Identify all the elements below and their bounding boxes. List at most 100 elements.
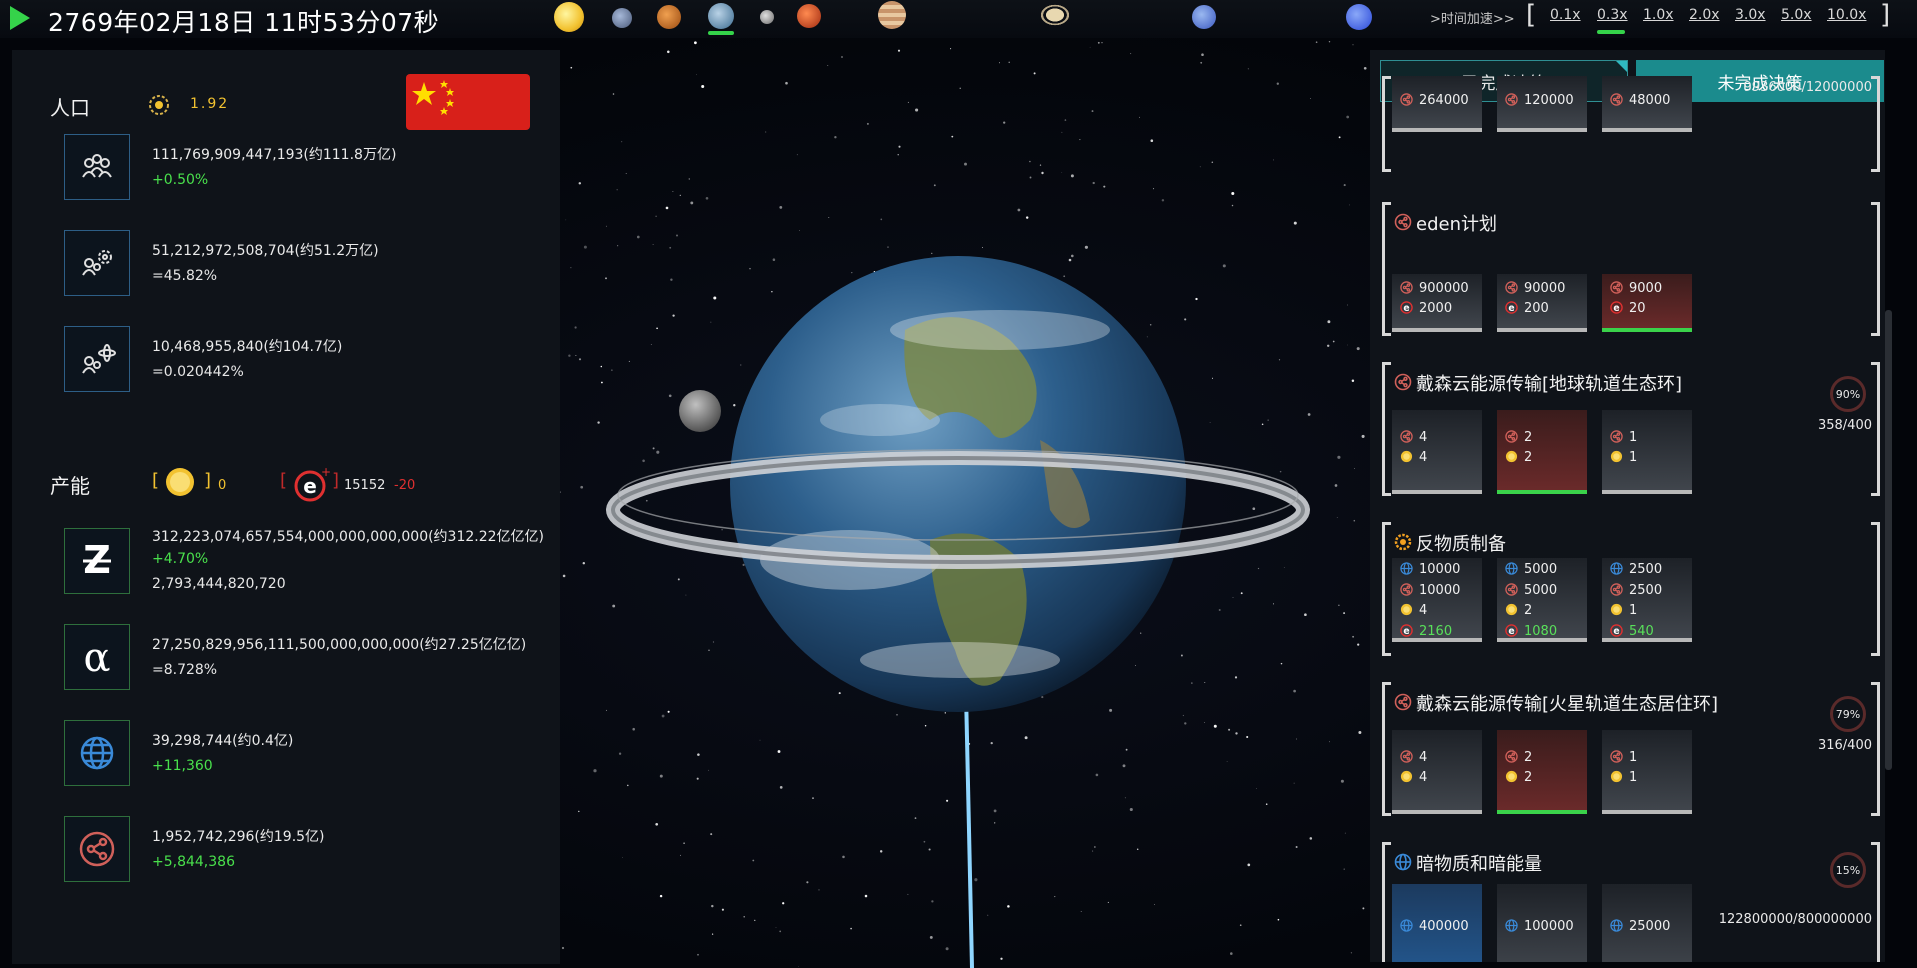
option-cost-value: 264000 (1419, 93, 1469, 108)
z-resource-output: 2,793,444,820,720 (152, 576, 286, 592)
share-icon (1394, 213, 1412, 231)
decision-option[interactable]: 11 (1602, 410, 1692, 494)
decision-option[interactable]: 90000 e 200 (1497, 274, 1587, 332)
decision-option[interactable]: 44 (1392, 730, 1482, 814)
share-resource-total: 1,952,742,296(约19.5亿) (152, 829, 325, 845)
alpha-resource-total: 27,250,829,956,111,500,000,000,000(约27.2… (152, 637, 527, 653)
decision-option[interactable]: 48000 (1602, 76, 1692, 132)
decision-option[interactable]: 22 (1497, 410, 1587, 494)
option-cost-value: 4 (1419, 603, 1428, 618)
decision-card: 戴森云能源传输[地球轨道生态环] 4 4 2 2 1 1 90% 358/400 (1382, 362, 1880, 496)
option-cost-value: 4 (1419, 450, 1428, 465)
option-cost: 2500 (1610, 562, 1662, 577)
decision-option[interactable]: 120000 (1497, 76, 1587, 132)
decision-option[interactable]: 400000 (1392, 884, 1482, 962)
speed-bracket-open: [ (1526, 0, 1537, 30)
saturn-icon[interactable] (1037, 2, 1073, 28)
e-energy-delta: -20 (394, 478, 416, 493)
speed-5-0x[interactable]: 5.0x (1781, 7, 1812, 23)
decision-option[interactable]: 44 (1392, 410, 1482, 494)
china-flag-icon (406, 74, 530, 130)
option-cost: 10000 (1400, 562, 1460, 577)
population-rate: 1.92 (190, 96, 230, 112)
option-cost: 2 (1505, 770, 1532, 785)
option-cost-value: 2500 (1629, 562, 1663, 577)
play-icon[interactable] (10, 6, 30, 30)
option-cost: e 2160 (1400, 624, 1452, 639)
decision-progress: 9936000/12000000 (1743, 80, 1872, 95)
option-cost-value: 10000 (1419, 562, 1461, 577)
option-cost: e 20 (1610, 301, 1646, 316)
decision-option[interactable]: 10000 10000 4 e 2160 (1392, 558, 1482, 642)
option-cost: e 540 (1610, 624, 1654, 639)
option-cost-value: 10000 (1419, 582, 1461, 598)
option-cost-value: 20 (1629, 301, 1646, 316)
mercury-icon[interactable] (612, 8, 632, 28)
option-cost-value: 90000 (1524, 281, 1566, 296)
globe-icon (80, 736, 114, 770)
e-energy-bracket-close: ] (332, 470, 340, 491)
z-resource-icon-box: Z (64, 528, 130, 594)
decision-card: 反物质制备 10000 10000 4 e 2160 5000 5000 2 e 1080 2500 2… (1382, 522, 1880, 656)
option-cost: 4 (1400, 770, 1427, 785)
option-cost: 4 (1400, 603, 1427, 618)
population-rate-icon (149, 95, 169, 115)
decision-option[interactable]: 9000 e 20 (1602, 274, 1692, 332)
decision-title: 戴森云能源传输[火星轨道生态居住环] (1416, 694, 1719, 715)
progress-ring: 90% (1830, 376, 1866, 412)
decision-option[interactable]: 2500 2500 1 e 540 (1602, 558, 1692, 642)
speed-2-0x[interactable]: 2.0x (1689, 7, 1720, 23)
jupiter-icon[interactable] (878, 1, 906, 29)
z-resource-total: 312,223,074,657,554,000,000,000,000(约312… (152, 529, 545, 545)
share-resource-icon-box (64, 816, 130, 882)
globe-resource-growth: +11,360 (152, 758, 213, 774)
uranus-icon[interactable] (1192, 5, 1216, 29)
speed-1-0x[interactable]: 1.0x (1643, 7, 1674, 23)
sun-icon[interactable] (554, 2, 584, 32)
decision-option[interactable]: 264000 (1392, 76, 1482, 132)
e-energy-value: 15152 (344, 478, 386, 493)
decision-progress: 316/400 (1817, 738, 1872, 753)
mars-icon[interactable] (797, 4, 821, 28)
share-icon (1394, 373, 1412, 391)
speed-0-3x[interactable]: 0.3x (1597, 7, 1628, 23)
moon-body (679, 390, 721, 432)
decision-title: eden计划 (1416, 214, 1497, 235)
venus-icon[interactable] (657, 5, 681, 29)
decision-option[interactable]: 11 (1602, 730, 1692, 814)
speed-10-0x[interactable]: 10.0x (1827, 7, 1866, 23)
decision-option[interactable]: 5000 5000 2 e 1080 (1497, 558, 1587, 642)
speed-3-0x[interactable]: 3.0x (1735, 7, 1766, 23)
option-cost: 5000 (1505, 583, 1557, 598)
speed-bracket-close: ] (1880, 0, 1891, 30)
decision-option[interactable]: 22 (1497, 730, 1587, 814)
e-energy-bracket-open: [ (280, 470, 288, 491)
decision-card: eden计划 900000 e 2000 90000 e 200 9000 e 20 (1382, 202, 1880, 336)
option-cost: 4 (1400, 750, 1427, 765)
svg-text:e: e (303, 474, 317, 498)
speed-0-1x[interactable]: 0.1x (1550, 7, 1581, 23)
option-cost-value: 48000 (1629, 93, 1671, 108)
decision-option[interactable]: 100000 (1497, 884, 1587, 962)
moon-icon[interactable] (760, 10, 774, 24)
option-cost: 900000 (1400, 281, 1469, 296)
option-cost: 1 (1610, 603, 1637, 618)
neptune-icon[interactable] (1346, 4, 1372, 30)
engineer-population: 51,212,972,508,704(约51.2万亿) (152, 243, 379, 259)
decision-card: 戴森云能源传输[火星轨道生态居住环] 4 4 2 2 1 1 79% 316/400 (1382, 682, 1880, 816)
decision-option[interactable]: 25000 (1602, 884, 1692, 962)
z-resource-icon: Z (83, 538, 111, 582)
option-cost-value: 5000 (1524, 582, 1558, 598)
option-cost: 90000 (1505, 281, 1565, 296)
option-cost-value: 100000 (1524, 919, 1574, 934)
earth-icon[interactable] (708, 3, 734, 29)
decision-scrollbar[interactable] (1885, 310, 1892, 770)
decision-title: 反物质制备 (1416, 534, 1506, 555)
alpha-resource-icon-box: α (64, 624, 130, 690)
option-cost: 4 (1400, 430, 1427, 445)
decision-panel: 已完成决策 未完成决策 264000120000480009936000/120… (1370, 50, 1885, 962)
option-cost-value: 2500 (1629, 582, 1663, 598)
population-growth: +0.50% (152, 172, 209, 188)
population-icon-box (64, 134, 130, 200)
decision-option[interactable]: 900000 e 2000 (1392, 274, 1482, 332)
